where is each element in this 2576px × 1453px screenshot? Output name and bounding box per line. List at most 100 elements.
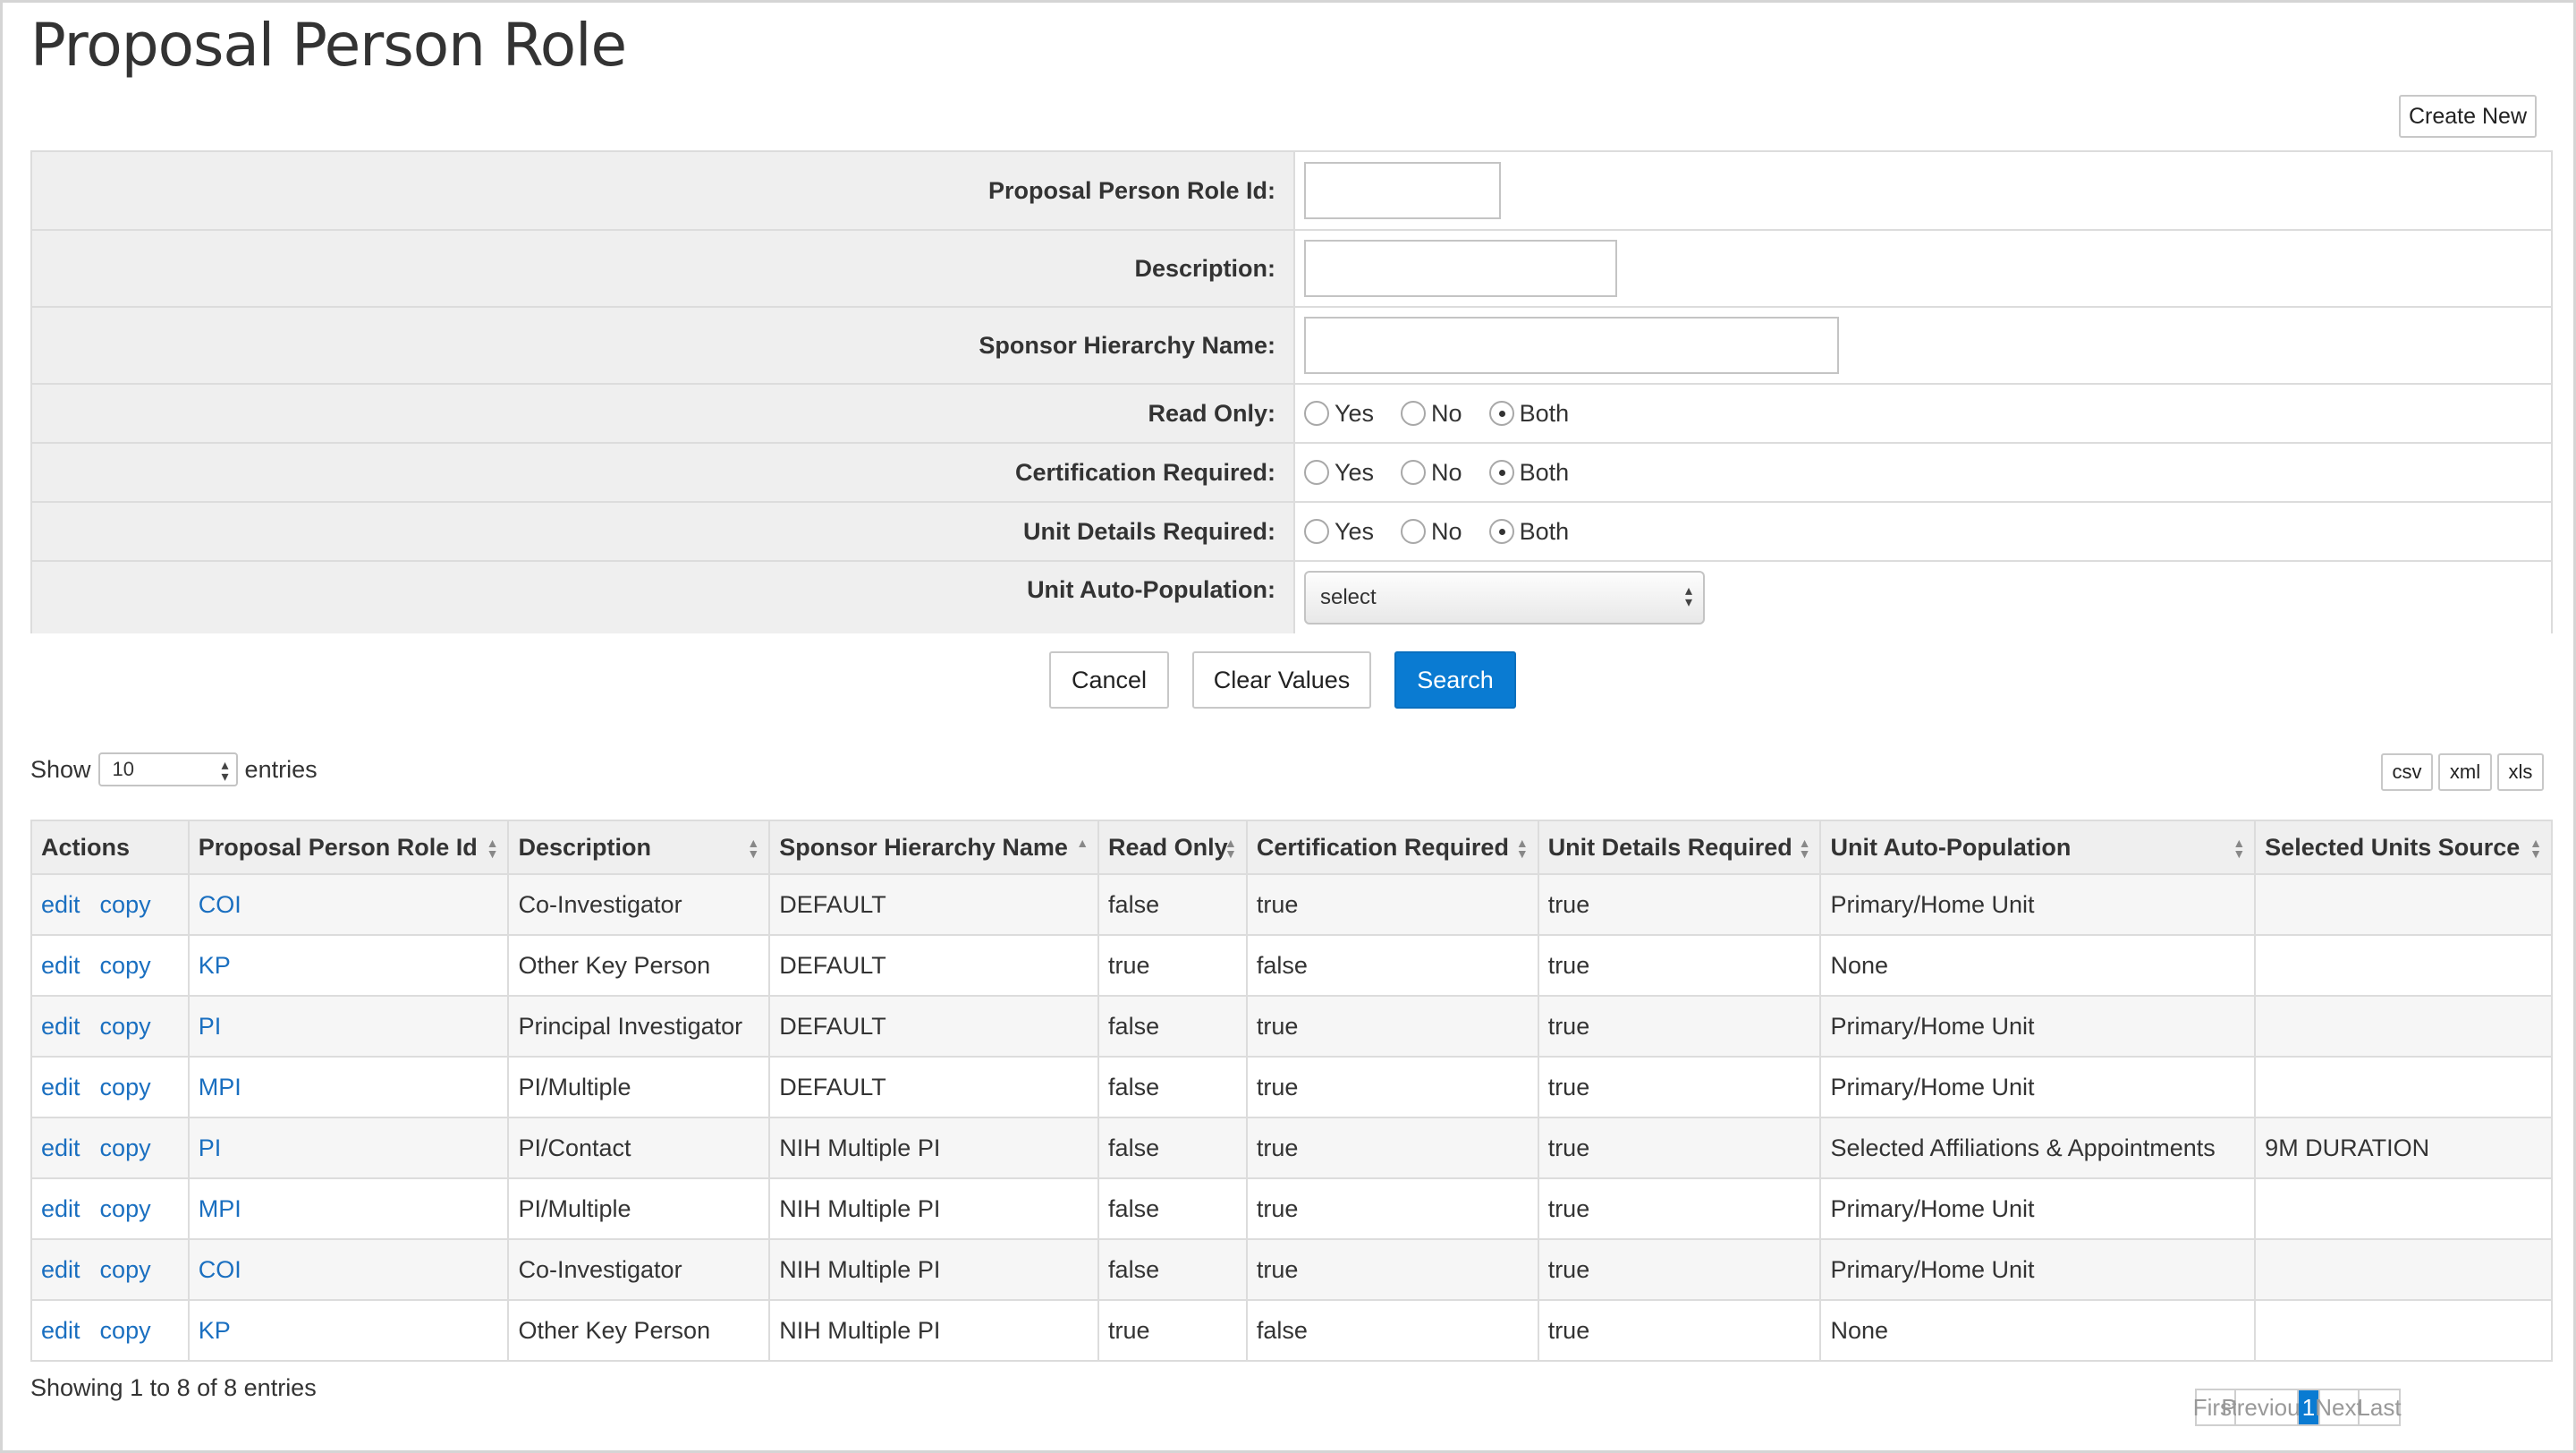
unit-details-yes-option[interactable]: Yes (1304, 518, 1374, 546)
certification-cell: true (1245, 995, 1539, 1058)
role-id-link[interactable]: MPI (199, 1195, 242, 1222)
radio-button[interactable] (1304, 519, 1329, 544)
column-header-unit-details[interactable]: Unit Details Required ▲ ▼ (1537, 820, 1822, 875)
export-xls-button[interactable]: xls (2497, 753, 2544, 791)
table-row: edit copy MPI PI/Multiple DEFAULT false true tr… (30, 1056, 2553, 1118)
table-row: edit copy PI PI/Contact NIH Multiple PI false… (30, 1117, 2553, 1179)
read-only-yes-option[interactable]: Yes (1304, 400, 1374, 428)
radio-button-checked[interactable] (1488, 401, 1514, 426)
edit-link[interactable]: edit (41, 891, 80, 918)
copy-link[interactable]: copy (100, 952, 151, 979)
criteria-row-role-id: Proposal Person Role Id: (32, 152, 2551, 229)
copy-link[interactable]: copy (100, 1195, 151, 1222)
create-new-button[interactable]: Create New (2399, 95, 2537, 138)
edit-link[interactable]: edit (41, 1256, 80, 1283)
role-id-cell: KP (187, 934, 510, 997)
read-only-both-option[interactable]: Both (1488, 400, 1569, 428)
pager-last[interactable]: Last (2357, 1390, 2402, 1424)
edit-link[interactable]: edit (41, 1134, 80, 1161)
column-header-unit-auto[interactable]: Unit Auto-Population ▲ ▼ (1819, 820, 2257, 875)
unit-details-both-option[interactable]: Both (1488, 518, 1569, 546)
description-input[interactable] (1304, 240, 1617, 297)
copy-link[interactable]: copy (100, 1074, 151, 1100)
unit-auto-cell: Primary/Home Unit (1819, 1238, 2257, 1301)
role-id-link[interactable]: COI (199, 891, 242, 918)
radio-button-checked[interactable] (1488, 519, 1514, 544)
copy-link[interactable]: copy (100, 1013, 151, 1040)
role-id-link[interactable]: MPI (199, 1074, 242, 1100)
entries-per-page-select[interactable]: 10 ▴ ▾ (97, 752, 238, 786)
description-cell: Other Key Person (507, 1299, 771, 1362)
radio-button[interactable] (1304, 401, 1329, 426)
criteria-row-unit-details: Unit Details Required: Yes No Both (32, 501, 2551, 560)
edit-link[interactable]: edit (41, 1074, 80, 1100)
actions-cell: edit copy (30, 873, 190, 936)
search-button[interactable]: Search (1394, 651, 1516, 709)
role-id-link[interactable]: PI (199, 1134, 222, 1161)
certification-no-option[interactable]: No (1401, 459, 1462, 487)
copy-link[interactable]: copy (100, 1317, 151, 1344)
read-only-cell: false (1097, 995, 1248, 1058)
radio-button[interactable] (1401, 519, 1427, 544)
edit-link[interactable]: edit (41, 1317, 80, 1344)
radio-button[interactable] (1401, 460, 1427, 485)
role-id-link[interactable]: COI (199, 1256, 242, 1283)
results-table: Actions Proposal Person Role Id ▲ ▼ Descri… (30, 820, 2553, 1362)
actions-cell: edit copy (30, 995, 190, 1058)
column-header-sponsor-hierarchy[interactable]: Sponsor Hierarchy Name▲▼ (768, 820, 1100, 875)
radio-button[interactable] (1304, 460, 1329, 485)
column-header-description[interactable]: Description ▲ ▼ (507, 820, 771, 875)
role-id-link[interactable]: KP (199, 1317, 231, 1344)
description-cell: Other Key Person (507, 934, 771, 997)
role-id-link[interactable]: KP (199, 952, 231, 979)
copy-link[interactable]: copy (100, 1134, 151, 1161)
certification-yes-option[interactable]: Yes (1304, 459, 1374, 487)
export-xml-button[interactable]: xml (2438, 753, 2492, 791)
unit-auto-select[interactable]: select ▴ ▾ (1304, 571, 1705, 625)
column-header-role-id[interactable]: Proposal Person Role Id ▲ ▼ (187, 820, 510, 875)
column-header-read-only[interactable]: Read Only ▲ ▼ (1097, 820, 1248, 875)
pager-next[interactable]: Next (2315, 1390, 2363, 1424)
role-id-link[interactable]: PI (199, 1013, 222, 1040)
sort-icon: ▲ ▼ (1515, 836, 1529, 861)
sponsor-hierarchy-cell: NIH Multiple PI (768, 1177, 1100, 1240)
sponsor-hierarchy-input[interactable] (1304, 317, 1839, 374)
read-only-cell: false (1097, 1117, 1248, 1179)
sponsor-hierarchy-cell: DEFAULT (768, 995, 1100, 1058)
export-csv-button[interactable]: csv (2381, 753, 2433, 791)
unit-details-no-option[interactable]: No (1401, 518, 1462, 546)
read-only-label: Read Only: (32, 385, 1295, 442)
certification-both-option[interactable]: Both (1488, 459, 1569, 487)
read-only-no-option[interactable]: No (1401, 400, 1462, 428)
certification-cell: false (1245, 1299, 1539, 1362)
cancel-button[interactable]: Cancel (1049, 651, 1169, 709)
sponsor-hierarchy-cell: NIH Multiple PI (768, 1299, 1100, 1362)
radio-button[interactable] (1401, 401, 1427, 426)
copy-link[interactable]: copy (100, 1256, 151, 1283)
table-row: edit copy KP Other Key Person NIH Multiple P… (30, 1299, 2553, 1362)
actions-cell: edit copy (30, 1299, 190, 1362)
sort-icon: ▲ ▼ (747, 836, 760, 861)
page-title: Proposal Person Role (30, 11, 627, 80)
pager-previous[interactable]: Previous (2221, 1390, 2312, 1424)
read-only-radio-group: Yes No Both (1304, 400, 1596, 428)
column-header-units-source[interactable]: Selected Units Source ▲ ▼ (2254, 820, 2553, 875)
copy-link[interactable]: copy (100, 891, 151, 918)
column-header-certification[interactable]: Certification Required ▲ ▼ (1245, 820, 1539, 875)
description-label: Description: (32, 231, 1295, 306)
edit-link[interactable]: edit (41, 1195, 80, 1222)
select-arrows-icon: ▴ ▾ (1684, 583, 1692, 610)
certification-cell: true (1245, 1056, 1539, 1118)
radio-button-checked[interactable] (1488, 460, 1514, 485)
table-row: edit copy MPI PI/Multiple NIH Multiple PI fal… (30, 1177, 2553, 1240)
description-cell: Principal Investigator (507, 995, 771, 1058)
actions-cell: edit copy (30, 1117, 190, 1179)
unit-auto-cell: Primary/Home Unit (1819, 995, 2257, 1058)
role-id-input[interactable] (1304, 162, 1501, 219)
sponsor-hierarchy-label: Sponsor Hierarchy Name: (32, 308, 1295, 383)
read-only-cell: false (1097, 1056, 1248, 1118)
units-source-cell (2254, 1056, 2553, 1118)
edit-link[interactable]: edit (41, 1013, 80, 1040)
clear-values-button[interactable]: Clear Values (1192, 651, 1371, 709)
edit-link[interactable]: edit (41, 952, 80, 979)
